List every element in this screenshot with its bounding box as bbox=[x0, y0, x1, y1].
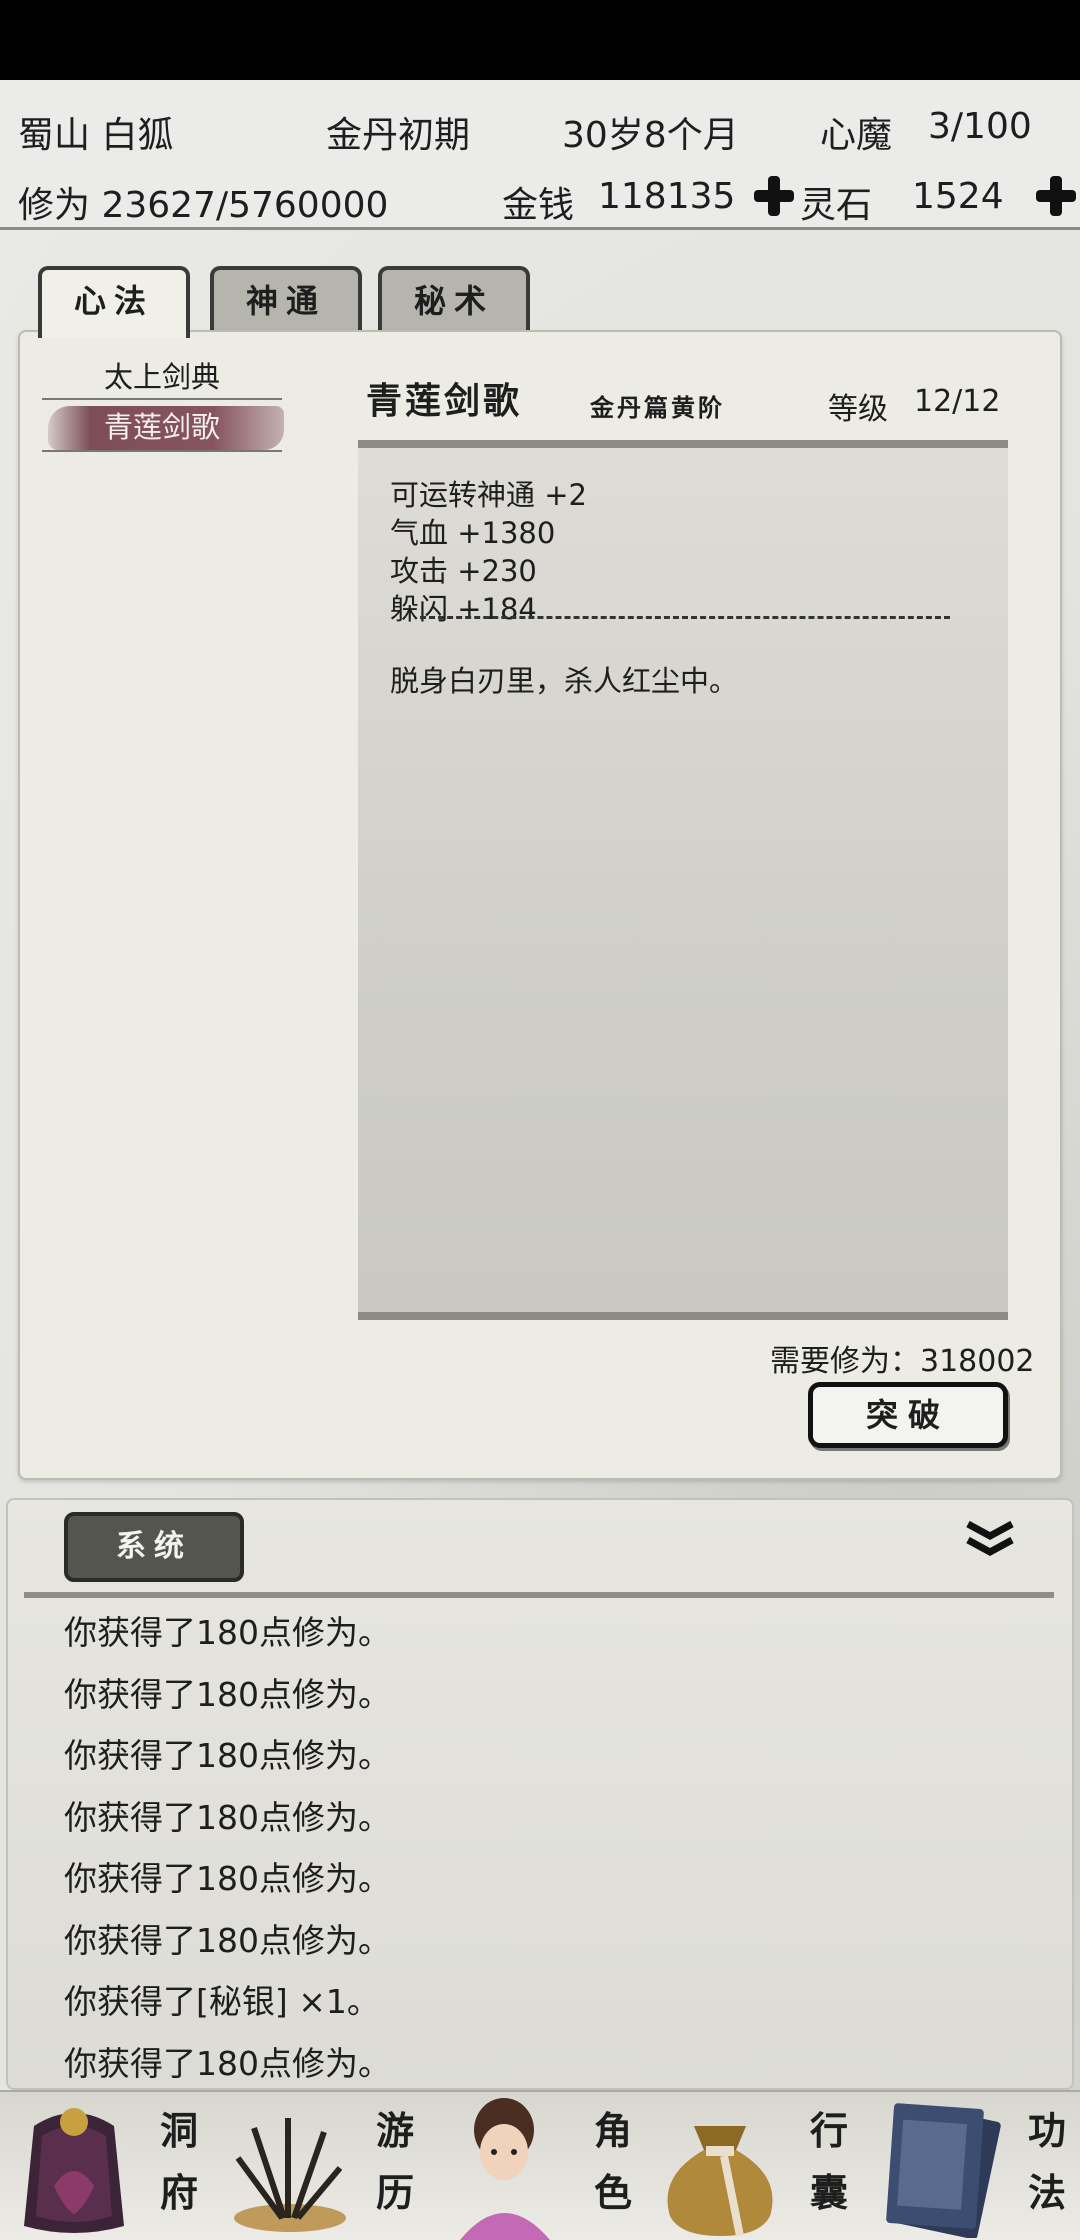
log-line: 你获得了[秘银] ×1。 bbox=[64, 1982, 380, 2021]
add-spirit-stone-icon[interactable] bbox=[1036, 176, 1076, 216]
log-line: 你获得了180点修为。 bbox=[64, 1921, 391, 1960]
log-line: 你获得了180点修为。 bbox=[64, 1613, 391, 1652]
effect-line: 躲闪 +184 bbox=[390, 592, 537, 626]
nav-label-cave[interactable]: 洞府 bbox=[154, 2100, 204, 2224]
nav-label-skills[interactable]: 功法 bbox=[1022, 2100, 1072, 2224]
money-label: 金钱 bbox=[502, 185, 575, 226]
log-line: 你获得了180点修为。 bbox=[64, 1859, 391, 1898]
bag-icon[interactable] bbox=[650, 2096, 790, 2240]
log-line: 你获得了180点修为。 bbox=[64, 1736, 391, 1775]
spirit-stone-label: 灵石 bbox=[800, 185, 873, 226]
heart-demon-label: 心魔 bbox=[820, 115, 893, 156]
level-label: 等级 bbox=[828, 392, 888, 427]
player-age: 30岁8个月 bbox=[562, 115, 739, 156]
cultivation-requirement: 需要修为：318002 bbox=[770, 1344, 1035, 1379]
money-value: 118135 bbox=[598, 176, 736, 217]
tab-system-log[interactable]: 系统 bbox=[64, 1512, 244, 1582]
player-name: 蜀山 白狐 bbox=[18, 115, 174, 156]
skill-list-item[interactable]: 太上剑典 bbox=[42, 354, 282, 400]
tab-shentong[interactable]: 神通 bbox=[210, 266, 362, 334]
tab-mishu[interactable]: 秘术 bbox=[378, 266, 530, 334]
list-divider bbox=[42, 398, 282, 400]
nav-label-bag[interactable]: 行囊 bbox=[804, 2100, 854, 2224]
log-line: 你获得了180点修为。 bbox=[64, 1675, 391, 1714]
spirit-stone-value: 1524 bbox=[912, 176, 1004, 217]
tab-xinfa[interactable]: 心法 bbox=[38, 266, 190, 338]
skill-description-scroll: 可运转神通 +2 气血 +1380 攻击 +230 躲闪 +184 脱身白刃里，… bbox=[358, 440, 1008, 1320]
skill-quote: 脱身白刃里，杀人红尘中。 bbox=[390, 664, 739, 698]
skill-list-item-selected[interactable]: 青莲剑歌 bbox=[42, 404, 282, 450]
skill-title: 青莲剑歌 bbox=[366, 380, 523, 422]
add-money-icon[interactable] bbox=[754, 176, 794, 216]
cultivation-realm: 金丹初期 bbox=[326, 115, 471, 156]
cave-dwelling-icon[interactable] bbox=[4, 2096, 144, 2240]
scroll-book-icon[interactable] bbox=[870, 2092, 1020, 2240]
list-divider bbox=[42, 450, 282, 452]
cultivation-progress: 修为 23627/5760000 bbox=[18, 185, 389, 226]
log-line: 你获得了180点修为。 bbox=[64, 1798, 391, 1837]
heart-demon-value: 3/100 bbox=[928, 106, 1032, 147]
effect-line: 可运转神通 +2 bbox=[390, 478, 587, 512]
log-divider bbox=[24, 1592, 1054, 1598]
effect-line: 气血 +1380 bbox=[390, 516, 556, 550]
level-value: 12/12 bbox=[914, 384, 1001, 419]
breakthrough-button[interactable]: 突破 bbox=[808, 1382, 1008, 1448]
character-portrait-icon[interactable] bbox=[440, 2090, 570, 2240]
dashed-divider bbox=[420, 616, 950, 619]
chevron-double-down-icon[interactable] bbox=[962, 1518, 1018, 1558]
nav-label-character[interactable]: 角色 bbox=[588, 2100, 638, 2224]
travel-grass-icon[interactable] bbox=[224, 2108, 354, 2240]
status-bar bbox=[0, 0, 1080, 80]
log-line: 你获得了180点修为。 bbox=[64, 2044, 391, 2083]
effect-line: 攻击 +230 bbox=[390, 554, 537, 588]
player-header: 蜀山 白狐 金丹初期 30岁8个月 心魔 3/100 修为 23627/5760… bbox=[0, 80, 1080, 230]
skill-grade: 金丹篇黄阶 bbox=[590, 393, 725, 422]
nav-label-travel[interactable]: 游历 bbox=[370, 2100, 420, 2224]
